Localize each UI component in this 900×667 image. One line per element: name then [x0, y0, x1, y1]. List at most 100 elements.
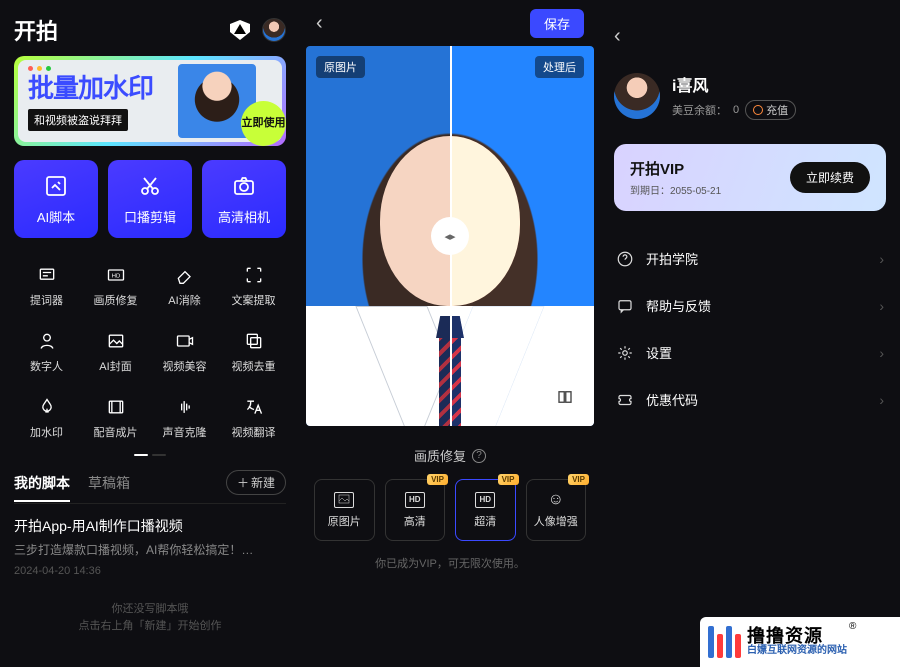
stack-icon [243, 330, 265, 352]
vip-badge: VIP [568, 474, 589, 485]
user-name: i喜风 [672, 72, 796, 96]
vip-badge: VIP [498, 474, 519, 485]
renew-button[interactable]: 立即续费 [790, 162, 870, 193]
feature-grid: 提词器 HD画质修复 AI消除 文案提取 数字人 AI封面 视频美容 视频去重 … [14, 256, 286, 448]
hd-icon: HD [405, 492, 425, 508]
chevron-right-icon: › [879, 345, 884, 361]
banner-cta[interactable]: 立即使用 [241, 101, 286, 146]
banner-title: 批量加水印 [28, 68, 178, 105]
feat-ai-erase[interactable]: AI消除 [152, 256, 217, 316]
menu-feedback[interactable]: 帮助与反馈 › [614, 282, 886, 329]
tag-after: 处理后 [535, 56, 584, 78]
waveform-icon [174, 396, 196, 418]
hd-icon: HD [105, 264, 127, 286]
menu-coupon[interactable]: 优惠代码 › [614, 376, 886, 423]
compare-toggle-button[interactable] [548, 380, 582, 414]
banner-subtitle: 和视频被盗说拜拜 [28, 109, 128, 131]
ai-script-button[interactable]: AI脚本 [14, 160, 98, 238]
editor-topbar: ‹ 保存 [300, 0, 600, 46]
svg-text:HD: HD [111, 274, 119, 280]
opt-uhd[interactable]: VIP HD 超清 [455, 479, 516, 541]
home-header: 开拍 [14, 14, 286, 46]
header-actions [230, 18, 286, 42]
shield-icon[interactable] [230, 20, 250, 40]
panel-profile: ‹ i喜风 美豆余额：0 充值 开拍VIP 到期日：2055-05-21 立即续… [600, 0, 900, 667]
hd-icon: HD [475, 492, 495, 508]
vip-card: 开拍VIP 到期日：2055-05-21 立即续费 [614, 144, 886, 211]
empty-hint: 你还没写脚本哦 点击右上角「新建」开始创作 [14, 601, 286, 636]
film-icon [105, 396, 127, 418]
opt-original[interactable]: 原图片 [314, 479, 375, 541]
script-time: 2024-04-20 14:36 [14, 565, 286, 577]
tab-drafts[interactable]: 草稿箱 [88, 473, 130, 493]
feat-teleprompter[interactable]: 提词器 [14, 256, 79, 316]
balance-row: 美豆余额：0 充值 [672, 100, 796, 120]
image-icon [105, 330, 127, 352]
feat-dedup[interactable]: 视频去重 [221, 322, 286, 382]
teleprompter-icon [36, 264, 58, 286]
voice-clip-label: 口播剪辑 [124, 207, 176, 226]
ticket-icon [616, 391, 634, 409]
person-icon [36, 330, 58, 352]
script-card[interactable]: 开拍App-用AI制作口播视频 三步打造爆款口播视频，AI帮你轻松搞定！… 20… [14, 516, 286, 577]
app-title: 开拍 [14, 14, 58, 46]
back-button[interactable]: ‹ [614, 25, 621, 48]
eraser-icon [174, 264, 196, 286]
help-icon[interactable]: ? [472, 449, 486, 463]
feat-dubbing[interactable]: 配音成片 [83, 388, 148, 448]
new-script-button[interactable]: ＋新建 [226, 470, 286, 495]
compare-canvas[interactable]: ◂▸ 原图片 处理后 [306, 46, 594, 426]
scissors-icon [137, 173, 163, 199]
gear-icon [616, 344, 634, 362]
panel-home: 开拍 批量加水印 和视频被盗说拜拜 立即使用 AI脚本 口播剪辑 高清相机 [0, 0, 300, 667]
tag-before: 原图片 [316, 56, 365, 78]
tab-my-scripts[interactable]: 我的脚本 [14, 473, 70, 493]
feat-text-extract[interactable]: 文案提取 [221, 256, 286, 316]
primary-actions: AI脚本 口播剪辑 高清相机 [14, 160, 286, 238]
hd-camera-label: 高清相机 [218, 207, 270, 226]
sparkle-video-icon [174, 330, 196, 352]
vip-title: 开拍VIP [630, 158, 721, 179]
watermark-icon [36, 396, 58, 418]
menu-settings[interactable]: 设置 › [614, 329, 886, 376]
feat-ai-cover[interactable]: AI封面 [83, 322, 148, 382]
face-icon: ☺ [546, 492, 566, 508]
question-circle-icon [616, 250, 634, 268]
feat-video-beauty[interactable]: 视频美容 [152, 322, 217, 382]
save-button[interactable]: 保存 [530, 9, 584, 38]
opt-portrait[interactable]: VIP ☺ 人像增强 [526, 479, 587, 541]
scripts-tabs-row: 我的脚本 草稿箱 ＋新建 [14, 470, 286, 504]
image-icon [334, 492, 354, 508]
script-desc: 三步打造爆款口播视频，AI帮你轻松搞定！… [14, 542, 286, 559]
avatar[interactable] [614, 73, 660, 119]
menu-academy[interactable]: 开拍学院 › [614, 235, 886, 282]
promo-banner[interactable]: 批量加水印 和视频被盗说拜拜 立即使用 [14, 56, 286, 146]
camera-icon [231, 173, 257, 199]
feat-video-trans[interactable]: 视频翻译 [221, 388, 286, 448]
vip-badge: VIP [427, 474, 448, 485]
pencil-square-icon [43, 173, 69, 199]
quality-options: 原图片 VIP HD 高清 VIP HD 超清 VIP ☺ 人像增强 [300, 479, 600, 555]
feat-quality-repair[interactable]: HD画质修复 [83, 256, 148, 316]
script-title: 开拍App-用AI制作口播视频 [14, 516, 286, 536]
ai-script-label: AI脚本 [37, 207, 75, 226]
back-button[interactable]: ‹ [316, 12, 323, 35]
feat-digital-human[interactable]: 数字人 [14, 322, 79, 382]
after-overlay [450, 46, 594, 426]
hd-camera-button[interactable]: 高清相机 [202, 160, 286, 238]
feat-watermark[interactable]: 加水印 [14, 388, 79, 448]
section-title: 画质修复 ? [300, 446, 600, 465]
compare-handle-icon[interactable]: ◂▸ [431, 217, 469, 255]
vip-footer-note: 你已成为VIP，可无限次使用。 [300, 555, 600, 571]
chat-icon [616, 297, 634, 315]
scan-icon [243, 264, 265, 286]
topup-button[interactable]: 充值 [745, 100, 796, 120]
panel-editor: ‹ 保存 ◂▸ 原图片 处理后 画质修复 ? 原图片 VIP HD 高清 VIP… [300, 0, 600, 667]
watermark-logo: 撸撸资源 白嫖互联网资源的网站 ® [700, 617, 900, 667]
voice-clip-button[interactable]: 口播剪辑 [108, 160, 192, 238]
vip-expire: 到期日：2055-05-21 [630, 182, 721, 197]
feat-voice-clone[interactable]: 声音克隆 [152, 388, 217, 448]
opt-hd[interactable]: VIP HD 高清 [385, 479, 446, 541]
grid-pager [14, 454, 286, 456]
avatar-button[interactable] [262, 18, 286, 42]
